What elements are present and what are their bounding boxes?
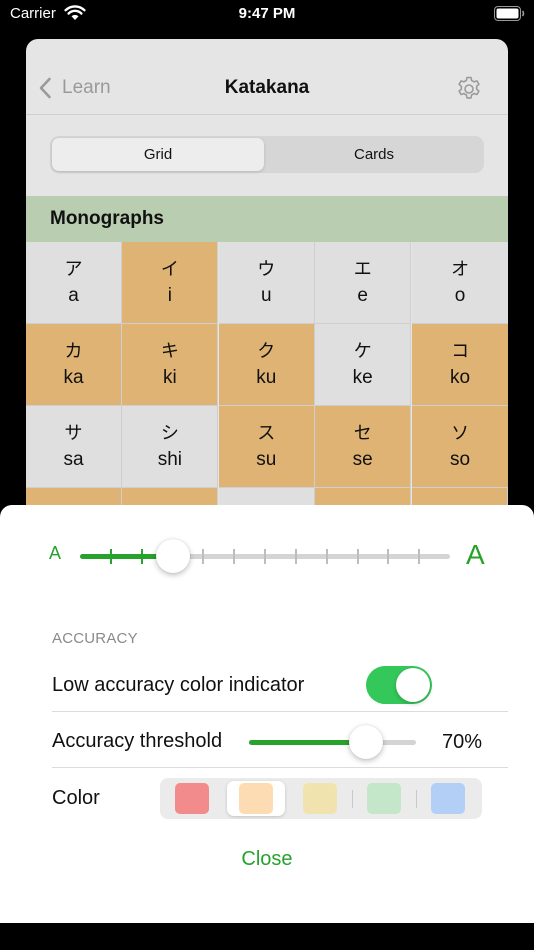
font-size-small-label: A [49,543,62,563]
kana-cell-sa[interactable]: サ sa [26,406,122,488]
view-mode-segmented-control: Grid Cards [50,136,484,173]
katakana-screen: Learn Katakana Grid Cards Monographs アaイ… [26,39,508,519]
color-picker [160,778,482,819]
kana-character: コ [451,340,470,362]
font-size-large-label: A [466,539,485,570]
low-accuracy-indicator-label: Low accuracy color indicator [52,674,305,696]
font-size-tick [418,549,421,564]
color-swatch [239,783,273,814]
kana-romaji: ke [352,366,373,388]
toggle-knob [396,668,430,702]
close-button[interactable]: Close [0,848,534,871]
kana-romaji: o [454,284,466,306]
kana-romaji: u [261,284,272,306]
kana-cell-i[interactable]: イi [122,242,219,324]
font-size-tick [140,549,143,564]
accuracy-threshold-label: Accuracy threshold [52,730,223,752]
accuracy-threshold-slider[interactable] [249,740,416,745]
font-size-slider-thumb[interactable] [155,539,190,573]
kana-character: キ [160,340,179,362]
low-accuracy-indicator-row: Low accuracy color indicator [52,656,508,712]
kana-character: シ [160,422,179,444]
accuracy-section-label: ACCURACY [52,630,138,647]
kana-cell-ka[interactable]: カ ka [26,324,122,406]
kana-romaji: ko [450,366,471,388]
color-separator [352,790,353,808]
kana-romaji: sa [63,448,84,470]
status-bar: Carrier 9:47 PM [0,0,534,30]
segment-grid[interactable]: Grid [52,138,264,171]
color-swatch [431,783,465,814]
gear-icon[interactable] [455,75,483,103]
kana-cell-a[interactable]: アa [26,242,122,324]
navigation-bar: Learn Katakana [26,39,508,115]
font-size-tick [325,549,328,564]
kana-cell-so[interactable]: ソ so [411,406,508,488]
kana-romaji: ki [163,366,177,388]
kana-cell-su[interactable]: ス su [218,406,315,488]
page-title: Katakana [224,77,310,98]
color-swatch [175,783,209,814]
kana-cell-u[interactable]: ウu [218,242,315,324]
color-option-4[interactable] [355,781,413,816]
low-accuracy-indicator-toggle[interactable] [366,666,432,704]
accuracy-threshold-slider-thumb[interactable] [348,725,383,759]
kana-character: セ [353,422,372,444]
kana-romaji: i [167,284,172,306]
color-option-5[interactable] [419,781,477,816]
section-header: Monographs [26,196,508,242]
kana-romaji: a [68,284,79,306]
kana-romaji: su [256,448,277,470]
kana-romaji: se [352,448,373,470]
kana-character: ケ [353,340,372,362]
kana-cell-ko[interactable]: コ ko [411,324,508,406]
kana-cell-o[interactable]: オo [411,242,508,324]
color-separator [416,790,417,808]
font-size-tick [356,549,359,564]
color-label: Color [52,787,100,809]
kana-cell-se[interactable]: セ se [315,406,412,488]
kana-cell-ke[interactable]: ケ ke [315,324,412,406]
kana-character: ウ [257,258,276,280]
color-option-3[interactable] [291,781,349,816]
color-swatch [303,783,337,814]
kana-character: ク [257,340,276,362]
color-swatch [367,783,401,814]
kana-cell-shi[interactable]: シ shi [122,406,219,488]
kana-character: イ [160,258,179,280]
kana-character: サ [64,422,83,444]
font-size-slider[interactable] [80,549,450,564]
kana-romaji: shi [157,448,183,470]
kana-romaji: so [450,448,471,470]
color-option-1[interactable] [163,781,221,816]
kana-cell-ku[interactable]: ク ku [218,324,315,406]
kana-romaji: ku [256,366,277,388]
font-size-tick [264,549,266,564]
font-size-tick [387,549,390,564]
clock: 9:47 PM [238,5,296,22]
kana-character: オ [451,258,470,280]
font-size-tick [202,549,205,564]
battery-icon [494,6,525,21]
accuracy-threshold-value: 70% [441,731,482,753]
kana-romaji: ka [63,366,84,388]
kana-cell-e[interactable]: エe [315,242,412,324]
font-size-tick [294,549,297,564]
kana-cell-ki[interactable]: キ ki [122,324,219,406]
font-size-tick [109,549,112,564]
font-size-tick [233,549,236,564]
segment-cards[interactable]: Cards [266,138,482,171]
settings-sheet: A A ACCURACY Low accuracy color indicato… [0,505,534,923]
kana-character: エ [353,258,372,280]
color-option-2[interactable] [227,781,285,816]
kana-character: カ [64,340,83,362]
kana-character: ア [64,258,83,280]
kana-character: ソ [451,422,470,444]
kana-character: ス [257,422,276,444]
kana-romaji: e [357,284,368,306]
